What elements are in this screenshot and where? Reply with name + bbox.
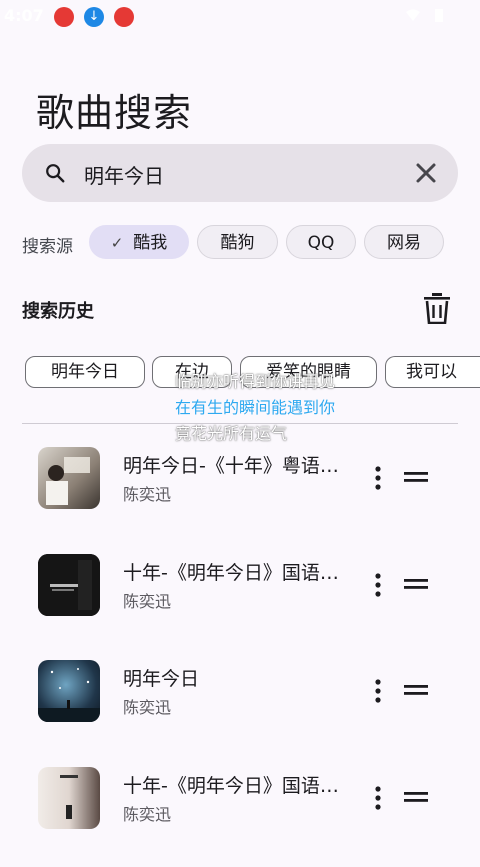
album-cover: [38, 554, 100, 616]
more-vertical-icon[interactable]: [370, 785, 386, 811]
more-vertical-icon[interactable]: [370, 678, 386, 704]
source-chip-label: QQ: [307, 233, 335, 253]
song-row[interactable]: 十年-《明年今日》国语… 陈奕迅: [0, 767, 480, 867]
floating-lyric-line: 临别亦听得到你讲再见: [175, 372, 336, 391]
more-vertical-icon[interactable]: [370, 572, 386, 598]
download-icon: ↓: [84, 7, 104, 27]
song-row[interactable]: 十年-《明年今日》国语… 陈奕迅: [0, 554, 480, 654]
page-title: 歌曲搜索: [36, 91, 193, 135]
history-chip[interactable]: 我可以: [385, 356, 480, 388]
song-row[interactable]: 明年今日 陈奕迅: [0, 660, 480, 760]
source-chip-kugou[interactable]: 酷狗: [197, 225, 278, 259]
song-artist: 陈奕迅: [123, 485, 172, 504]
song-title: 明年今日: [123, 668, 200, 690]
search-history-title: 搜索历史: [22, 301, 94, 322]
battery-icon: [435, 9, 443, 22]
search-source-label: 搜索源: [22, 237, 73, 257]
drag-handle-icon[interactable]: [404, 469, 428, 485]
source-chip-label: 酷狗: [220, 233, 255, 253]
floating-lyric-current-line: 在有生的瞬间能遇到你: [175, 398, 336, 417]
source-chip-netease[interactable]: 网易: [364, 225, 444, 259]
divider: [22, 423, 458, 424]
drag-handle-icon[interactable]: [404, 789, 428, 805]
song-row[interactable]: 明年今日-《十年》粤语… 陈奕迅: [0, 447, 480, 547]
album-cover: [38, 660, 100, 722]
source-chip-kuwo[interactable]: ✓ 酷我: [89, 225, 189, 259]
search-input[interactable]: 明年今日: [84, 160, 164, 189]
search-bar[interactable]: 明年今日: [22, 144, 458, 202]
song-artist: 陈奕迅: [123, 805, 172, 824]
app-notification-icon: [114, 7, 134, 27]
source-chip-label: 酷我: [133, 233, 168, 253]
song-title: 明年今日-《十年》粤语…: [123, 455, 339, 477]
song-artist: 陈奕迅: [123, 698, 172, 717]
source-chip-qq[interactable]: QQ: [286, 225, 356, 259]
more-vertical-icon[interactable]: [370, 465, 386, 491]
wifi-icon: [406, 9, 420, 21]
search-icon: [46, 164, 65, 183]
album-cover: [38, 447, 100, 509]
status-bar: 4:07 ↓: [0, 0, 480, 34]
check-icon: ✓: [110, 234, 124, 252]
song-artist: 陈奕迅: [123, 592, 172, 611]
song-title: 十年-《明年今日》国语…: [123, 562, 339, 584]
song-title: 十年-《明年今日》国语…: [123, 775, 339, 797]
status-time: 4:07: [4, 6, 44, 25]
drag-handle-icon[interactable]: [404, 682, 428, 698]
drag-handle-icon[interactable]: [404, 576, 428, 592]
close-icon[interactable]: [412, 159, 440, 187]
trash-icon[interactable]: [422, 292, 452, 324]
history-chip[interactable]: 明年今日: [25, 356, 145, 388]
app-notification-icon: [54, 7, 74, 27]
source-chip-label: 网易: [387, 233, 421, 253]
album-cover: [38, 767, 100, 829]
